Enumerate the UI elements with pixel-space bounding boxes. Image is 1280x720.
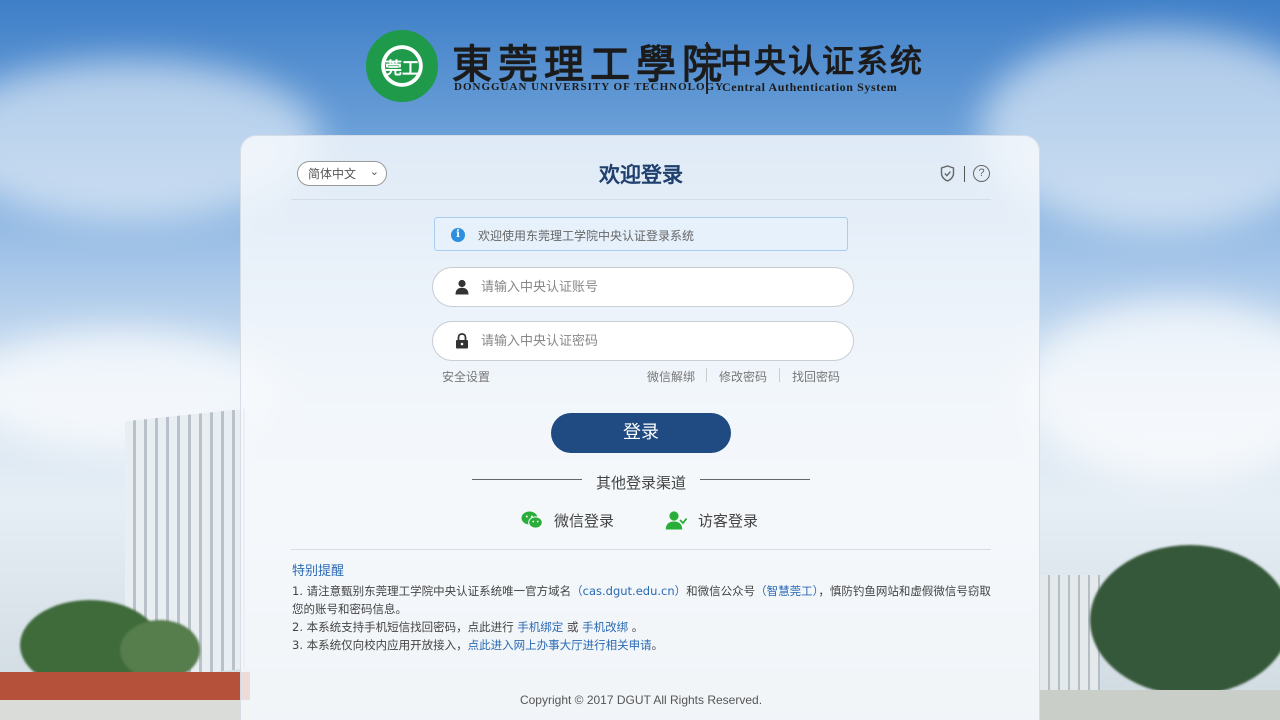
university-logo: 莞工 bbox=[366, 30, 438, 102]
lock-icon bbox=[456, 333, 468, 349]
guest-icon bbox=[665, 511, 687, 530]
divider bbox=[700, 479, 810, 480]
notice-banner: i 欢迎使用东莞理工学院中央认证登录系统 bbox=[434, 217, 848, 251]
header-separator bbox=[964, 166, 965, 182]
wechat-unbind-link[interactable]: 微信解绑 bbox=[647, 368, 695, 385]
info-icon: i bbox=[451, 228, 465, 242]
password-field[interactable] bbox=[432, 321, 854, 361]
username-field[interactable] bbox=[432, 267, 854, 307]
notice-text: 欢迎使用东莞理工学院中央认证登录系统 bbox=[478, 229, 695, 243]
shield-icon[interactable] bbox=[940, 165, 955, 182]
phone-bind-link[interactable]: 手机绑定 bbox=[517, 620, 563, 634]
system-name-en: Central Authentication System bbox=[722, 80, 898, 94]
road bbox=[1040, 690, 1280, 720]
phone-rebind-link[interactable]: 手机改绑 bbox=[582, 620, 628, 634]
notes-item: 3. 本系统仅向校内应用开放接入，点此进入网上办事大厅进行相关申请。 bbox=[292, 636, 992, 654]
other-channels-label: 其他登录渠道 bbox=[595, 474, 686, 492]
password-input[interactable] bbox=[481, 329, 831, 353]
copyright: Copyright © 2017 DGUT All Rights Reserve… bbox=[519, 693, 763, 707]
official-wechat: （智慧莞工） bbox=[755, 584, 819, 598]
login-button[interactable]: 登录 bbox=[551, 413, 731, 453]
header-divider bbox=[706, 42, 708, 94]
service-hall-link[interactable]: 点此进入网上办事大厅进行相关申请 bbox=[468, 638, 652, 652]
notes-text: 3. 本系统仅向校内应用开放接入， bbox=[292, 638, 468, 652]
logo-mark: 莞工 bbox=[385, 49, 419, 83]
notes-title: 特别提醒 bbox=[292, 564, 345, 579]
notes-item: 1. 请注意甄别东莞理工学院中央认证系统唯一官方域名（cas.dgut.edu.… bbox=[292, 582, 992, 618]
divider bbox=[291, 549, 991, 550]
site-header: 莞工 東莞理工學院 DONGGUAN UNIVERSITY OF TECHNOL… bbox=[366, 28, 926, 104]
login-card: 简体中文 ⌄ 欢迎登录 ? i 欢迎使用东莞理工学院中央认证登录系统 安全设置 … bbox=[240, 135, 1040, 720]
tree bbox=[120, 620, 200, 680]
notes-list: 1. 请注意甄别东莞理工学院中央认证系统唯一官方域名（cas.dgut.edu.… bbox=[292, 582, 992, 654]
guest-login-label: 访客登录 bbox=[698, 512, 759, 530]
notes-text: 。 bbox=[631, 620, 644, 634]
username-input[interactable] bbox=[481, 275, 831, 299]
page-title: 欢迎登录 bbox=[599, 163, 683, 187]
notes-text: 1. 请注意甄别东莞理工学院中央认证系统唯一官方域名 bbox=[292, 584, 572, 598]
wechat-login-button[interactable]: 微信登录 bbox=[521, 509, 631, 531]
school-name-en: DONGGUAN UNIVERSITY OF TECHNOLOGY bbox=[454, 81, 725, 93]
security-settings-link[interactable]: 安全设置 bbox=[442, 368, 490, 385]
tree bbox=[1090, 545, 1280, 695]
recover-password-link[interactable]: 找回密码 bbox=[792, 368, 840, 385]
notes-item: 2. 本系统支持手机短信找回密码，点此进行 手机绑定 或 手机改绑 。 bbox=[292, 618, 992, 636]
notes-text: 和微信公众号 bbox=[686, 584, 756, 598]
guest-login-button[interactable]: 访客登录 bbox=[665, 509, 775, 531]
notes-text: 。 bbox=[651, 638, 664, 652]
change-password-link[interactable]: 修改密码 bbox=[719, 368, 767, 385]
link-separator bbox=[706, 368, 707, 382]
divider bbox=[291, 199, 991, 200]
link-separator bbox=[779, 368, 780, 382]
help-icon[interactable]: ? bbox=[973, 165, 990, 182]
cloud bbox=[1020, 300, 1280, 480]
notes-text: 或 bbox=[566, 620, 579, 634]
wechat-login-label: 微信登录 bbox=[554, 512, 615, 530]
wechat-icon bbox=[521, 511, 543, 529]
flower-bed bbox=[0, 672, 250, 702]
road bbox=[0, 700, 250, 720]
official-domain: （cas.dgut.edu.cn） bbox=[571, 584, 687, 598]
user-icon bbox=[455, 279, 469, 295]
notes-text: 2. 本系统支持手机短信找回密码，点此进行 bbox=[292, 620, 514, 634]
system-name-cn: 中央认证系统 bbox=[720, 42, 925, 80]
